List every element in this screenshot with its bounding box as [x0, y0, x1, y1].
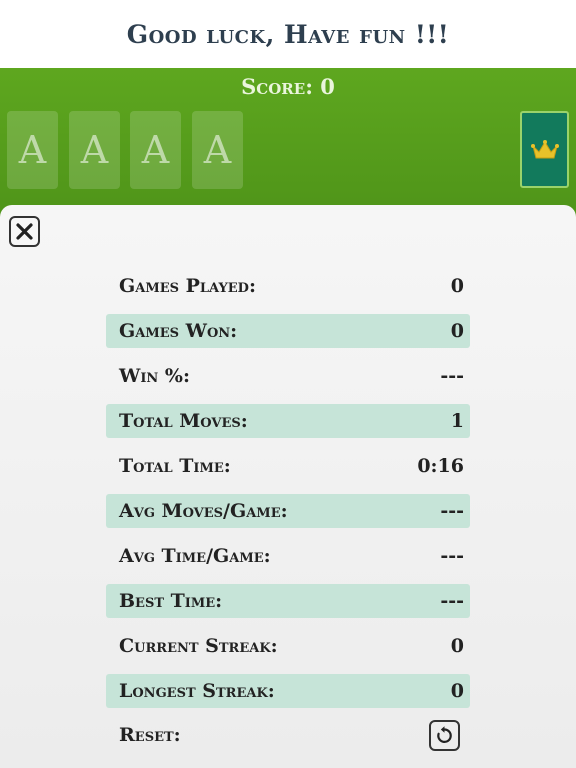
reset-icon: [437, 725, 452, 743]
game-area: Score: 0 A A A A: [0, 68, 576, 218]
stat-value: 0: [450, 635, 464, 657]
foundation-pile-4[interactable]: A: [192, 111, 243, 189]
banner-message: Good luck, Have fun !!!: [126, 19, 450, 49]
stat-row-current-streak: Current Streak: 0: [106, 629, 470, 663]
score-label: Score: 0: [241, 74, 335, 99]
stat-row-best-time: Best Time: ---: [106, 584, 470, 618]
stat-value: 1: [450, 410, 464, 432]
stat-label: Best Time:: [119, 590, 223, 612]
stat-value: 0: [450, 680, 464, 702]
reset-button[interactable]: [429, 719, 460, 751]
stat-row-reset: Reset:: [106, 718, 470, 752]
reset-label: Reset:: [119, 724, 181, 746]
stat-row-longest-streak: Longest Streak: 0: [106, 674, 470, 708]
stat-label: Longest Streak:: [119, 680, 275, 702]
stat-value: ---: [440, 365, 464, 387]
stat-label: Total Time:: [119, 455, 231, 477]
stat-value: ---: [440, 590, 464, 612]
close-x-icon: [16, 223, 33, 240]
stat-value: ---: [440, 545, 464, 567]
stat-row-win-percent: Win %: ---: [106, 359, 470, 393]
stat-row-avg-time: Avg Time/Game: ---: [106, 539, 470, 573]
stat-label: Games Won:: [119, 320, 238, 342]
stat-label: Total Moves:: [119, 410, 248, 432]
stat-row-avg-moves: Avg Moves/Game: ---: [106, 494, 470, 528]
crown-icon: [530, 139, 559, 158]
stat-row-total-time: Total Time: 0:16: [106, 449, 470, 483]
stat-value: ---: [440, 500, 464, 522]
statistics-panel: Games Played: 0 Games Won: 0 Win %: --- …: [0, 205, 576, 768]
stat-row-total-moves: Total Moves: 1: [106, 404, 470, 438]
stat-label: Current Streak:: [119, 635, 278, 657]
stat-row-games-played: Games Played: 0: [106, 269, 470, 303]
stat-value: 0:16: [417, 455, 464, 477]
stat-label: Games Played:: [119, 275, 256, 297]
crown-button[interactable]: [520, 111, 569, 188]
stat-row-games-won: Games Won: 0: [106, 314, 470, 348]
stat-label: Win %:: [119, 365, 190, 387]
stat-label: Avg Time/Game:: [119, 545, 271, 567]
foundation-pile-1[interactable]: A: [7, 111, 58, 189]
foundation-pile-3[interactable]: A: [130, 111, 181, 189]
foundation-pile-2[interactable]: A: [69, 111, 120, 189]
stat-value: 0: [450, 275, 464, 297]
top-banner: Good luck, Have fun !!!: [0, 0, 576, 68]
close-button[interactable]: [9, 216, 40, 247]
stat-value: 0: [450, 320, 464, 342]
stat-label: Avg Moves/Game:: [119, 500, 288, 522]
